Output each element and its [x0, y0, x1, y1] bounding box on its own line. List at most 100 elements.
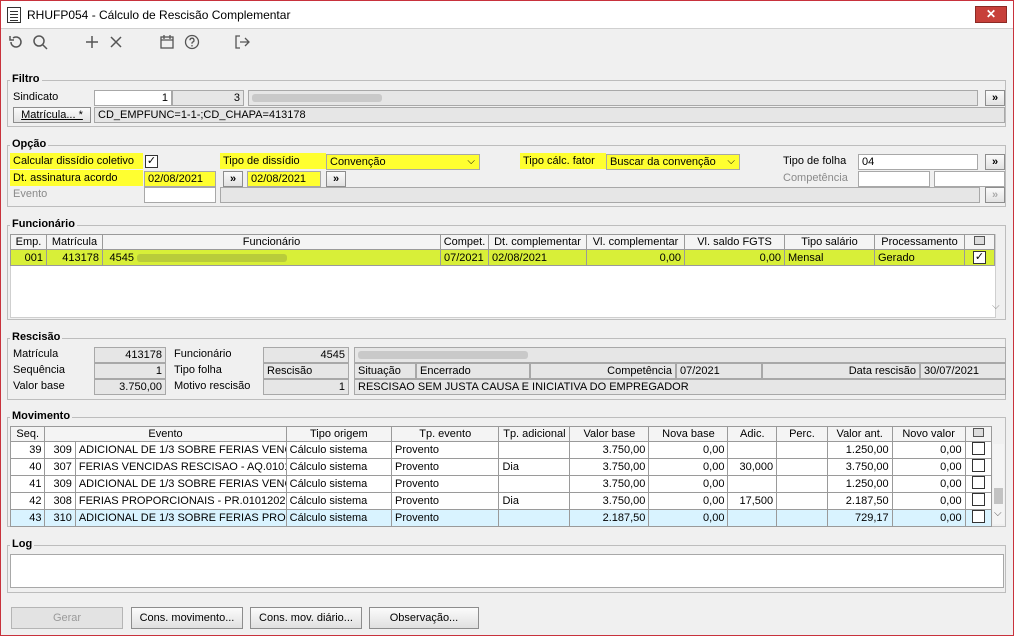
dt-assinatura-field[interactable]: 02/08/2021: [144, 171, 216, 187]
cell-nova: 0,00: [648, 441, 729, 459]
sequencia-label: Sequência: [13, 364, 65, 376]
tipo-folha-field[interactable]: 04: [858, 154, 978, 170]
row-checkbox[interactable]: [964, 441, 993, 459]
cell-novo[interactable]: 0,00: [891, 441, 966, 459]
scroll-down-icon[interactable]: ⌵: [992, 301, 1000, 312]
dt-assinatura-more-button-2[interactable]: »: [326, 171, 346, 187]
cell-tp: Provento: [391, 441, 500, 459]
col-tipo-origem[interactable]: Tipo origem: [285, 426, 393, 442]
cons-mov-diario-button[interactable]: Cons. mov. diário...: [250, 607, 362, 629]
add-icon[interactable]: [81, 34, 103, 56]
col-valor-base[interactable]: Valor base: [569, 426, 650, 442]
scroll-down-icon[interactable]: ⌵: [994, 508, 1002, 519]
cell-origem: Cálculo sistema: [285, 475, 393, 493]
cell-cod: 307: [44, 458, 76, 476]
calc-dissidio-checkbox[interactable]: ✓: [145, 155, 158, 168]
competencia-field-2[interactable]: [934, 171, 1005, 187]
cell-base: 3.750,00: [569, 458, 650, 476]
cell-novo[interactable]: 0,00: [891, 509, 966, 527]
col-vl-complementar[interactable]: Vl. complementar: [586, 234, 685, 250]
gerar-button[interactable]: Gerar: [11, 607, 123, 629]
table-row[interactable]: 39 309 ADICIONAL DE 1/3 SOBRE FERIAS VEN…: [9, 441, 993, 459]
log-group: Log: [7, 538, 1006, 593]
scrollbar-thumb[interactable]: [994, 488, 1003, 504]
col-matricula[interactable]: Matrícula: [46, 234, 103, 250]
tipo-dissidio-select[interactable]: Convenção ⌵: [326, 154, 480, 170]
col-emp[interactable]: Emp.: [10, 234, 47, 250]
col-perc[interactable]: Perc.: [776, 426, 828, 442]
title-bar: RHUFP054 - Cálculo de Rescisão Complemen…: [1, 1, 1013, 29]
opcao-title: Opção: [10, 138, 49, 150]
col-tp-adicional[interactable]: Tp. adicional: [498, 426, 571, 442]
sindicato-more-button[interactable]: »: [985, 90, 1005, 106]
cell-ant: 2.187,50: [826, 492, 893, 510]
table-row[interactable]: 42 308 FERIAS PROPORCIONAIS - PR.0101202…: [9, 492, 993, 510]
row-checkbox[interactable]: [964, 509, 993, 527]
search-icon[interactable]: [29, 34, 51, 56]
log-textarea[interactable]: [10, 554, 1004, 588]
col-nova-base[interactable]: Nova base: [648, 426, 729, 442]
cell-adic: 30,000: [727, 458, 778, 476]
cell-base: 3.750,00: [569, 441, 650, 459]
row-checkbox[interactable]: [964, 492, 993, 510]
row-checkbox[interactable]: ✓: [964, 249, 995, 266]
cell-seq: 43: [9, 509, 46, 527]
delete-icon[interactable]: [105, 34, 127, 56]
sindicato-name-field: [248, 90, 978, 106]
dt-assinatura-more-button[interactable]: »: [223, 171, 243, 187]
evento-label: Evento: [13, 188, 48, 200]
refresh-icon[interactable]: [5, 34, 27, 56]
cons-movimento-button[interactable]: Cons. movimento...: [131, 607, 243, 629]
col-seq[interactable]: Seq.: [9, 426, 46, 442]
evento-more-button[interactable]: »: [985, 187, 1005, 203]
row-checkbox[interactable]: [964, 458, 993, 476]
col-adic[interactable]: Adic.: [727, 426, 778, 442]
cell-compet: 07/2021: [440, 249, 489, 266]
tipo-folha-rescisao-field: Rescisão: [263, 363, 349, 379]
observacao-button[interactable]: Observação...: [369, 607, 479, 629]
cell-emp: 001: [10, 249, 47, 266]
calendar-icon[interactable]: [156, 34, 178, 56]
cell-origem: Cálculo sistema: [285, 492, 393, 510]
dt-assinatura-field-2[interactable]: 02/08/2021: [247, 171, 321, 187]
select-all-checkbox[interactable]: [964, 234, 995, 250]
valor-base-label: Valor base: [13, 380, 65, 392]
cell-adic: [727, 441, 778, 459]
col-valor-ant[interactable]: Valor ant.: [826, 426, 893, 442]
col-vl-saldo-fgts[interactable]: Vl. saldo FGTS: [684, 234, 785, 250]
cell-perc: [776, 458, 828, 476]
cell-novo[interactable]: 0,00: [891, 492, 966, 510]
table-row[interactable]: 41 309 ADICIONAL DE 1/3 SOBRE FERIAS VEN…: [9, 475, 993, 493]
movimento-scrollbar[interactable]: ⌵: [993, 444, 1004, 524]
matricula-button[interactable]: Matrícula... *: [13, 107, 91, 123]
competencia-field[interactable]: [858, 171, 930, 187]
col-tipo-salario[interactable]: Tipo salário: [784, 234, 875, 250]
select-all-checkbox[interactable]: [964, 426, 993, 442]
table-row[interactable]: 001 413178 4545 07/2021 02/08/2021 0,00 …: [10, 249, 995, 266]
cell-adicional: Dia: [498, 458, 571, 476]
cell-cod: 309: [44, 475, 76, 493]
toolbar: [1, 31, 1013, 59]
col-tp-evento[interactable]: Tp. evento: [391, 426, 500, 442]
evento-code-field[interactable]: [144, 187, 216, 203]
row-checkbox[interactable]: [964, 475, 993, 493]
col-evento[interactable]: Evento: [44, 426, 287, 442]
table-row-selected[interactable]: 43 310 ADICIONAL DE 1/3 SOBRE FERIAS PRO…: [9, 509, 993, 527]
table-row[interactable]: 40 307 FERIAS VENCIDAS RESCISAO - AQ.010…: [9, 458, 993, 476]
exit-icon[interactable]: [231, 34, 253, 56]
close-button[interactable]: ✕: [975, 6, 1007, 23]
col-processamento[interactable]: Processamento: [874, 234, 965, 250]
cell-novo[interactable]: 0,00: [891, 475, 966, 493]
tipo-folha-more-button[interactable]: »: [985, 154, 1005, 170]
tipo-folha-label: Tipo de folha: [783, 155, 847, 167]
col-novo-valor[interactable]: Novo valor: [891, 426, 966, 442]
col-compet[interactable]: Compet.: [440, 234, 489, 250]
cell-novo[interactable]: 0,00: [891, 458, 966, 476]
help-icon[interactable]: [181, 34, 203, 56]
tipo-calc-select[interactable]: Buscar da convenção ⌵: [606, 154, 740, 170]
col-funcionario[interactable]: Funcionário: [102, 234, 441, 250]
funcionario-group: Funcionário Emp. Matrícula Funcionário C…: [7, 218, 1006, 320]
situacao-label: Situação: [354, 363, 416, 379]
col-dt-complementar[interactable]: Dt. complementar: [488, 234, 587, 250]
sindicato-code-field[interactable]: 1: [94, 90, 172, 106]
